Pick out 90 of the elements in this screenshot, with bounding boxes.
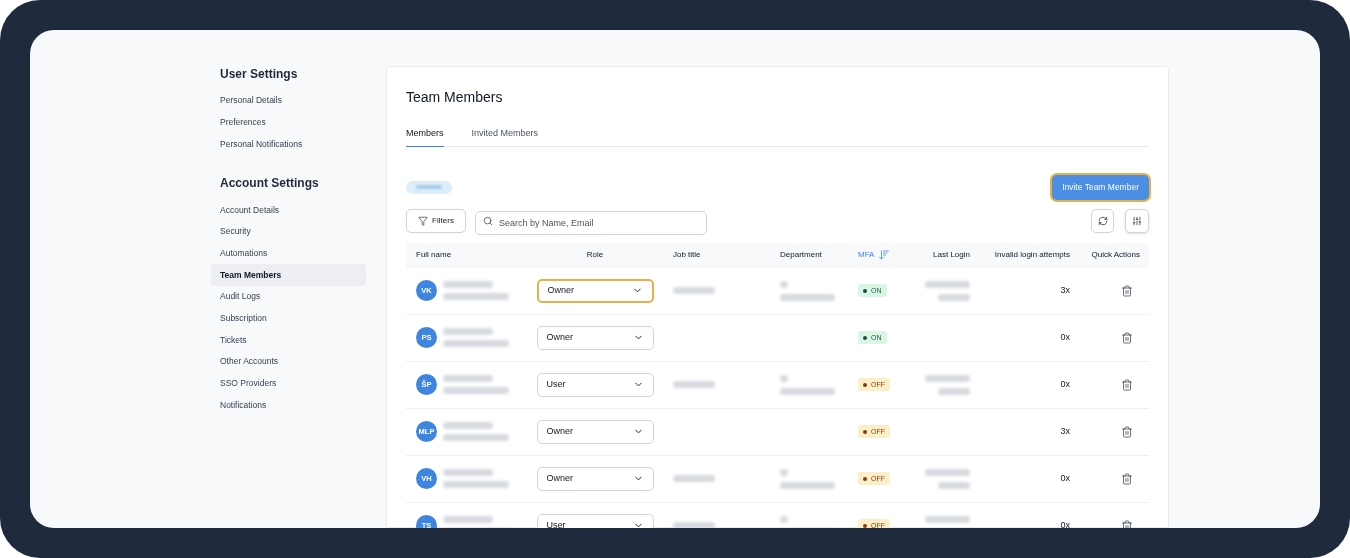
tab[interactable]: Members [406,127,444,147]
search-icon [483,215,493,226]
delete-button[interactable] [1121,472,1133,485]
sidebar-item[interactable]: Notifications [211,394,366,416]
trash-icon [1121,378,1133,391]
delete-button[interactable] [1121,331,1133,344]
sidebar-item[interactable]: Account Details [211,199,366,221]
search-field[interactable]: Search by Name, Email [475,210,707,235]
role-select[interactable]: Owner [536,466,654,491]
sidebar-heading: User Settings [219,66,299,82]
column-settings-button[interactable] [1125,208,1149,233]
sidebar-item[interactable]: Subscription [211,307,366,330]
blurred-last-login [925,280,970,288]
blurred-email [443,481,509,488]
blurred-name [443,469,493,476]
sort-icon[interactable] [878,249,891,261]
column-header: Department [780,249,822,261]
blurred-last-login [925,515,970,523]
column-header: Last Login [933,249,970,261]
sidebar-item[interactable]: Personal Details [211,90,366,112]
tab[interactable]: Invited Members [471,127,539,147]
delete-button[interactable] [1121,519,1133,528]
blurred-email [443,387,509,394]
column-header: Full name [416,249,452,261]
blurred-name [443,422,493,429]
attempts-count: 0x [1060,377,1070,391]
role-select[interactable]: User [536,372,654,397]
column-header: Role [586,249,604,261]
blurred-name [443,516,493,523]
blurred-email [443,340,509,347]
refresh-icon [1097,215,1108,226]
column-header[interactable]: MFA [858,249,875,261]
blurred-job-title [673,381,715,388]
blurred-email [443,293,509,300]
blurred-department [780,468,788,476]
sidebar-item[interactable]: Audit Logs [211,285,366,308]
count-badge [406,180,452,194]
sidebar-item[interactable]: SSO Providers [211,372,366,395]
blurred-job-title [673,522,715,528]
blurred-department [780,374,788,382]
blurred-department [780,515,788,523]
blurred-last-login [938,387,970,395]
sidebar-item[interactable]: Tickets [211,329,366,351]
delete-button[interactable] [1121,378,1133,391]
attempts-count: 0x [1060,330,1070,344]
delete-button[interactable] [1121,284,1133,297]
blurred-last-login [938,481,970,489]
blurred-last-login [938,293,970,301]
blurred-last-login [925,468,970,476]
page-title: Team Members [406,88,504,107]
refresh-button[interactable] [1091,208,1114,233]
trash-icon [1121,284,1133,297]
sidebar-item[interactable]: Security [211,220,366,243]
blurred-email [443,434,509,441]
sidebar-item[interactable]: Team Members [211,264,366,286]
chevron-down-icon [632,520,644,528]
attempts-count: 0x [1060,518,1070,528]
filter-icon [418,215,429,226]
trash-icon [1121,519,1133,528]
blurred-name [443,328,493,335]
sliders-icon [1132,215,1142,226]
filters-button[interactable]: Filters [406,208,466,233]
blurred-name [443,375,493,382]
sidebar-item[interactable]: Preferences [211,111,366,134]
blurred-department [780,481,835,489]
attempts-count: 3x [1060,424,1070,438]
blurred-department [780,387,835,395]
blurred-job-title [673,475,715,482]
delete-button[interactable] [1121,425,1133,438]
sidebar-item[interactable]: Personal Notifications [211,133,366,156]
blurred-last-login [925,374,970,382]
sidebar-heading: Account Settings [219,175,320,192]
blurred-department [780,280,788,288]
blurred-name [443,281,493,288]
column-header: Invalid login attempts [994,249,1070,261]
role-select[interactable]: Owner [536,278,654,303]
attempts-count: 3x [1060,283,1070,297]
sidebar-item[interactable]: Automations [211,242,366,265]
role-select[interactable]: User [536,513,654,528]
blurred-job-title [673,287,715,294]
sidebar-item[interactable]: Other Accounts [211,350,366,373]
trash-icon [1121,331,1133,344]
role-select[interactable]: Owner [536,419,654,444]
blurred-department [780,293,835,301]
role-select[interactable]: Owner [536,325,654,350]
trash-icon [1121,472,1133,485]
attempts-count: 0x [1060,471,1070,485]
column-header: Quick Actions [1091,249,1140,261]
column-header: Job title [673,249,701,261]
trash-icon [1121,425,1133,438]
